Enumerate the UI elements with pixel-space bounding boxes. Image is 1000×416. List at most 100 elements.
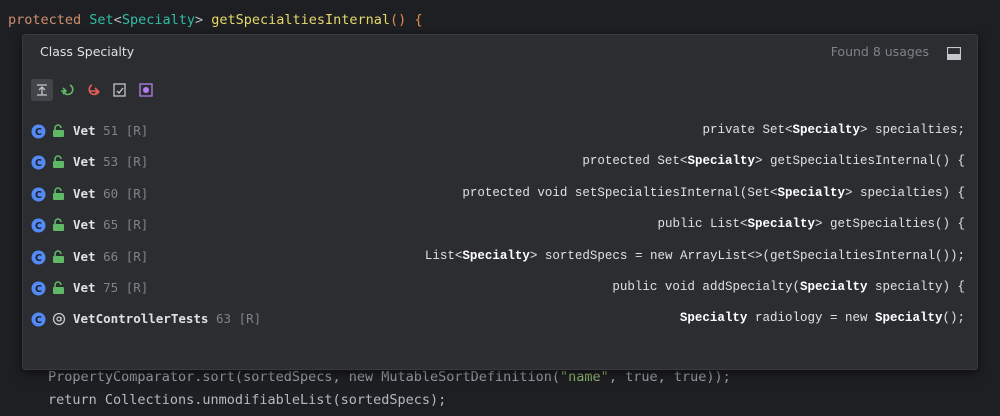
code-text: PropertyComparator.sort(sortedSpecs, new… (48, 369, 561, 385)
snippet-match: Specialty (687, 154, 755, 169)
usage-flag: [R] (125, 154, 149, 170)
class-icon: C (31, 124, 46, 139)
snippet-text: > specialties) { (844, 185, 965, 200)
lock-icon (52, 187, 65, 201)
snippet-match: Specialty (874, 311, 943, 326)
snippet-text: protected void setSpecialtiesInternal(Se… (462, 185, 778, 200)
previous-occurrence-button[interactable] (57, 79, 79, 101)
open-in-find-window-icon[interactable] (946, 45, 962, 61)
lock-icon (52, 281, 65, 295)
usage-row[interactable]: C Vet 60 [R] protected void setSpecialti… (23, 179, 977, 210)
next-occurrence-icon (88, 84, 100, 96)
line-number: 65 (103, 217, 119, 233)
group-by-button[interactable] (109, 79, 131, 101)
popup-header: Class Specialty Found 8 usages (23, 35, 977, 69)
file-name: VetControllerTests (73, 311, 209, 327)
snippet-text: specialty) { (867, 279, 965, 294)
angle-bracket: < (113, 12, 122, 28)
usage-location: Vet 66 [R] (73, 249, 148, 264)
line-number: 75 (103, 279, 119, 295)
usage-flag: [R] (125, 217, 149, 233)
usage-snippet: private Set<Specialty> specialties; (702, 123, 965, 137)
usage-snippet: protected void setSpecialtiesInternal(Se… (462, 186, 965, 200)
filter-button[interactable] (135, 79, 157, 101)
usage-count: Found 8 usages (830, 44, 929, 59)
lock-icon (52, 249, 65, 264)
usage-location: Vet 65 [R] (73, 217, 148, 232)
file-name: Vet (73, 185, 96, 201)
snippet-text: radiology = new (747, 311, 875, 326)
file-name: Vet (73, 123, 96, 138)
line-number: 60 (103, 185, 119, 201)
collapse-all-icon (37, 84, 47, 96)
usage-location: Vet 75 [R] (73, 280, 148, 295)
svg-text:C: C (35, 158, 42, 169)
code-line-method-signature: protected Set<Specialty> getSpecialtiesI… (8, 9, 423, 31)
svg-text:C: C (35, 190, 42, 201)
svg-text:C: C (35, 253, 42, 264)
line-number: 53 (103, 154, 119, 170)
snippet-text: > specialties; (859, 123, 965, 137)
annotation-icon (52, 312, 66, 326)
svg-text:C: C (35, 315, 42, 326)
svg-text:C: C (35, 127, 42, 138)
snippet-match: Specialty (799, 279, 868, 294)
usages-list: C Vet 51 [R] private Set<Specialty> spec… (23, 116, 977, 336)
file-name: Vet (73, 154, 96, 170)
usage-location: Vet 51 [R] (73, 123, 148, 138)
snippet-match: Specialty (792, 123, 860, 137)
usage-location: Vet 60 [R] (73, 186, 148, 201)
snippet-match: Specialty (777, 185, 845, 200)
snippet-text: (); (942, 311, 965, 326)
snippet-match: Specialty (462, 248, 530, 263)
type-name-specialty: Specialty (121, 12, 195, 28)
line-number: 63 (216, 311, 232, 327)
next-occurrence-button[interactable] (83, 79, 105, 101)
line-number: 51 (103, 123, 119, 138)
show-usages-popup: Class Specialty Found 8 usages C Vet 51 … (22, 34, 978, 370)
brace: { (414, 12, 423, 28)
filter-icon (139, 83, 153, 97)
lock-icon (52, 218, 65, 232)
string-literal: "name" (560, 369, 609, 385)
group-by-icon (113, 83, 126, 97)
usage-snippet: public void addSpecialty(Specialty speci… (612, 280, 965, 294)
usage-row[interactable]: C VetControllerTests 63 [R] Specialty ra… (23, 304, 977, 335)
method-name: getSpecialtiesInternal (211, 12, 391, 28)
usage-flag: [R] (238, 311, 262, 327)
snippet-text: public void addSpecialty( (612, 279, 800, 294)
usage-snippet: List<Specialty> sortedSpecs = new ArrayL… (425, 249, 965, 263)
usage-row[interactable]: C Vet 51 [R] private Set<Specialty> spec… (23, 116, 977, 147)
class-icon: C (31, 218, 46, 233)
svg-text:C: C (35, 221, 42, 232)
usage-location: VetControllerTests 63 [R] (73, 311, 261, 326)
lock-icon (52, 124, 65, 138)
svg-text:C: C (35, 284, 42, 295)
usage-flag: [R] (125, 279, 149, 295)
usage-row[interactable]: C Vet 66 [R] List<Specialty> sortedSpecs… (23, 242, 977, 273)
usage-flag: [R] (125, 185, 149, 201)
collapse-all-button[interactable] (31, 79, 53, 101)
file-name: Vet (73, 248, 96, 264)
usage-row[interactable]: C Vet 65 [R] public List<Specialty> getS… (23, 210, 977, 241)
usage-flag: [R] (125, 248, 149, 264)
code-text: , true, true)); (608, 369, 731, 385)
snippet-match: Specialty (747, 217, 815, 232)
usage-row[interactable]: C Vet 53 [R] protected Set<Specialty> ge… (23, 147, 977, 178)
snippet-text: > getSpecialties() { (814, 217, 965, 232)
snippet-match: Specialty (679, 311, 748, 326)
snippet-text: > sortedSpecs = new ArrayList<>(getSpeci… (529, 248, 965, 263)
line-number: 66 (103, 248, 119, 264)
usage-snippet: protected Set<Specialty> getSpecialtiesI… (582, 154, 965, 168)
snippet-text: private Set< (702, 123, 793, 137)
snippet-text: > getSpecialtiesInternal() { (754, 154, 965, 169)
class-icon: C (31, 281, 46, 296)
code-line-return: return Collections.unmodifiableList(sort… (48, 392, 447, 408)
usage-row[interactable]: C Vet 75 [R] public void addSpecialty(Sp… (23, 273, 977, 304)
snippet-text: List< (424, 248, 463, 263)
type-name: Set (89, 12, 114, 28)
file-name: Vet (73, 217, 96, 233)
file-name: Vet (73, 279, 96, 295)
keyword: protected (8, 12, 90, 28)
class-icon: C (31, 187, 46, 202)
